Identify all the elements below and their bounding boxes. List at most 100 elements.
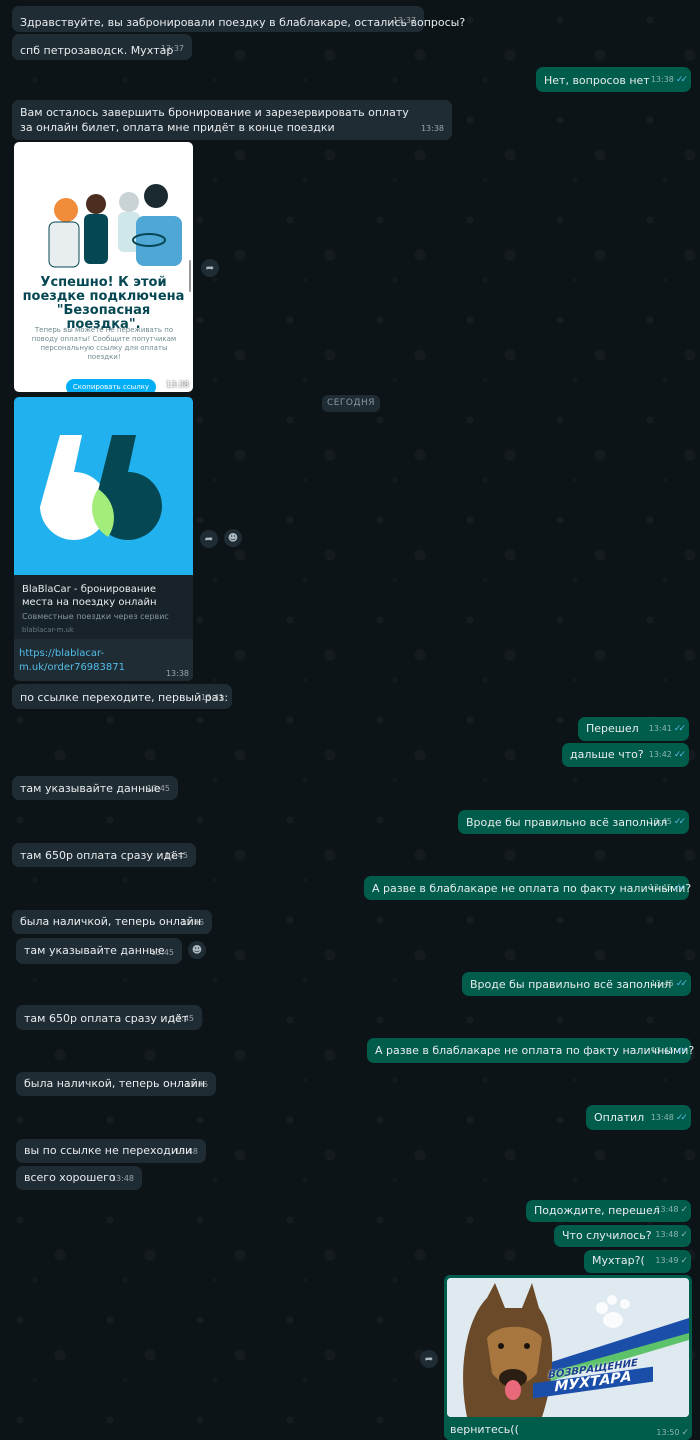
message-text: по ссылке переходите, первый раз:	[20, 691, 229, 704]
message-text: была наличкой, теперь онлайн	[20, 915, 201, 928]
double-check-icon: ✓✓	[673, 883, 686, 893]
message-text: спб петрозаводск. Мухтар	[20, 44, 174, 57]
incoming-message[interactable]: там указывайте данные 13:45	[16, 938, 182, 964]
incoming-message[interactable]: вы по ссылке не переходили 13:48	[16, 1139, 206, 1163]
outgoing-message[interactable]: Вроде бы правильно всё заполнил 13:45 ✓✓	[462, 972, 691, 996]
forward-icon[interactable]: ➦	[200, 530, 218, 548]
message-text: Нет, вопросов нет	[544, 74, 650, 87]
incoming-message[interactable]: там указывайте данные 13:45	[12, 776, 178, 800]
emoji-icon[interactable]: ☻	[188, 941, 206, 959]
message-text: Вроде бы правильно всё заполнил	[470, 978, 672, 991]
image-message[interactable]: ВОЗВРАЩЕНИЕ МУХТАРА вернитесь(( 13:50 ✓	[444, 1275, 692, 1440]
emoji-icon[interactable]: ☻	[224, 529, 242, 547]
double-check-icon: ✓✓	[675, 979, 688, 989]
incoming-message[interactable]: Здравствуйте, вы забронировали поездку в…	[12, 6, 465, 32]
link-preview-message[interactable]: BlaBlaCar - бронирование места на поездк…	[14, 397, 193, 681]
message-text: вы по ссылке не переходили	[24, 1144, 193, 1157]
incoming-message[interactable]: там 650р оплата сразу идёт 13:45	[16, 1005, 202, 1030]
double-check-icon: ✓✓	[673, 750, 686, 760]
message-text: Подождите, перешел	[534, 1204, 660, 1217]
screenshot-image-message[interactable]: Успешно! К этой поездке подключена "Безо…	[14, 142, 193, 392]
message-time: 13:41	[200, 693, 224, 702]
message-time: 13:37	[160, 44, 184, 53]
message-time-status: 13:38 ✓✓	[650, 72, 688, 88]
forward-icon[interactable]: ➦	[420, 1350, 438, 1368]
copy-link-button: Скопировать ссылку	[66, 379, 156, 392]
double-check-icon: ✓✓	[673, 724, 686, 734]
incoming-message[interactable]: по ссылке переходите, первый раз: 13:41	[12, 684, 232, 709]
image-caption: вернитесь((	[450, 1423, 519, 1436]
incoming-message[interactable]: всего хорошего 13:48	[16, 1166, 142, 1190]
preview-title: BlaBlaCar - бронирование места на поездк…	[22, 584, 157, 608]
outgoing-message[interactable]: А разве в блаблакаре не оплата по факту …	[364, 876, 692, 900]
date-divider: СЕГОДНЯ	[322, 395, 380, 412]
message-time: 13:48	[174, 1147, 198, 1156]
message-text: Что случилось?	[562, 1229, 652, 1242]
message-time-status: 13:49 ✓	[655, 1253, 687, 1269]
message-time: 13:45	[150, 948, 174, 957]
incoming-message[interactable]: Вам осталось завершить бронирование и за…	[12, 100, 452, 140]
preview-domain: blablacar-m.uk	[22, 626, 74, 634]
message-time: 13:45	[650, 1046, 674, 1055]
message-text: Перешел	[586, 722, 639, 735]
check-icon: ✓	[680, 1230, 687, 1240]
outgoing-message[interactable]: Оплатил 13:48 ✓✓	[586, 1105, 691, 1130]
message-time: 13:45	[146, 784, 170, 793]
outgoing-message[interactable]: дальше что? 13:42 ✓✓	[562, 743, 689, 767]
message-text: Мухтар?(	[592, 1254, 645, 1267]
incoming-message[interactable]: была наличкой, теперь онлайн 13:46	[12, 910, 212, 934]
message-text: там указывайте данные	[24, 944, 165, 957]
message-time: 13:45	[164, 851, 188, 860]
message-text: А разве в блаблакаре не оплата по факту …	[372, 882, 692, 895]
message-time: 13:41	[648, 724, 672, 733]
passengers-illustration	[48, 184, 182, 268]
message-time: 13:48	[110, 1174, 134, 1183]
message-link[interactable]: https://blablacar-m.uk/order76983871	[19, 647, 139, 675]
message-text: Вам осталось завершить бронирование и за…	[20, 106, 409, 134]
message-time-status: 13:48 ✓	[655, 1227, 687, 1243]
message-time-status: 13:45 ✓✓	[648, 880, 686, 896]
message-time: 13:46	[184, 1080, 208, 1089]
message-time: 13:48	[655, 1205, 679, 1214]
outgoing-message[interactable]: Перешел 13:41 ✓✓	[578, 717, 689, 741]
outgoing-message[interactable]: Нет, вопросов нет 13:38 ✓✓	[536, 67, 691, 92]
message-time: 13:45	[170, 1014, 194, 1023]
message-text: была наличкой, теперь онлайн	[24, 1077, 205, 1090]
message-time-status: 13:50 ✓	[656, 1428, 688, 1438]
message-time: 13:38	[420, 124, 444, 133]
outgoing-message[interactable]: Мухтар?( 13:49 ✓	[584, 1250, 691, 1273]
message-text: там указывайте данные	[20, 782, 161, 795]
message-time-status: 13:48 ✓	[655, 1202, 687, 1218]
message-time-status: 13:45 ✓✓	[650, 976, 688, 992]
message-time: 13:48	[655, 1230, 679, 1239]
message-text: Вроде бы правильно всё заполнил	[466, 816, 668, 829]
outgoing-message[interactable]: Подождите, перешел 13:48 ✓	[526, 1200, 691, 1222]
outgoing-message[interactable]: Вроде бы правильно всё заполнил 13:45 ✓✓	[458, 810, 689, 834]
message-time: 13:45	[648, 883, 672, 892]
double-check-icon: ✓✓	[675, 1113, 688, 1123]
message-time: 13:42	[648, 750, 672, 759]
outgoing-message[interactable]: А разве в блаблакаре не оплата по факту …	[367, 1038, 694, 1063]
incoming-message[interactable]: была наличкой, теперь онлайн 13:46	[16, 1072, 216, 1096]
check-icon: ✓	[680, 1256, 687, 1266]
success-heading: Успешно! К этой поездке подключена "Безо…	[22, 275, 185, 332]
double-check-icon: ✓✓	[675, 1046, 688, 1056]
message-time: 13:46	[180, 918, 204, 927]
message-time: 13:49	[655, 1256, 679, 1265]
message-time: 13:37	[392, 16, 416, 25]
incoming-message[interactable]: там 650р оплата сразу идёт 13:45	[12, 843, 196, 867]
mukhtar-photo: ВОЗВРАЩЕНИЕ МУХТАРА	[447, 1278, 689, 1417]
message-time: 13:38	[650, 75, 674, 84]
blablacar-logo	[14, 397, 193, 575]
message-text: всего хорошего	[24, 1171, 116, 1184]
outgoing-message[interactable]: Что случилось? 13:48 ✓	[554, 1225, 691, 1247]
incoming-message[interactable]: спб петрозаводск. Мухтар 13:37	[12, 34, 192, 60]
message-time-status: 13:42 ✓✓	[648, 747, 686, 763]
message-time-status: 13:48 ✓✓	[651, 1110, 688, 1126]
message-time: 13:38	[165, 380, 189, 389]
forward-icon[interactable]: ➦	[201, 259, 219, 277]
message-time: 13:50	[656, 1428, 680, 1437]
preview-description: Совместные поездки через сервис	[22, 612, 169, 621]
double-check-icon: ✓✓	[675, 75, 688, 85]
message-time: 13:45	[650, 979, 674, 988]
